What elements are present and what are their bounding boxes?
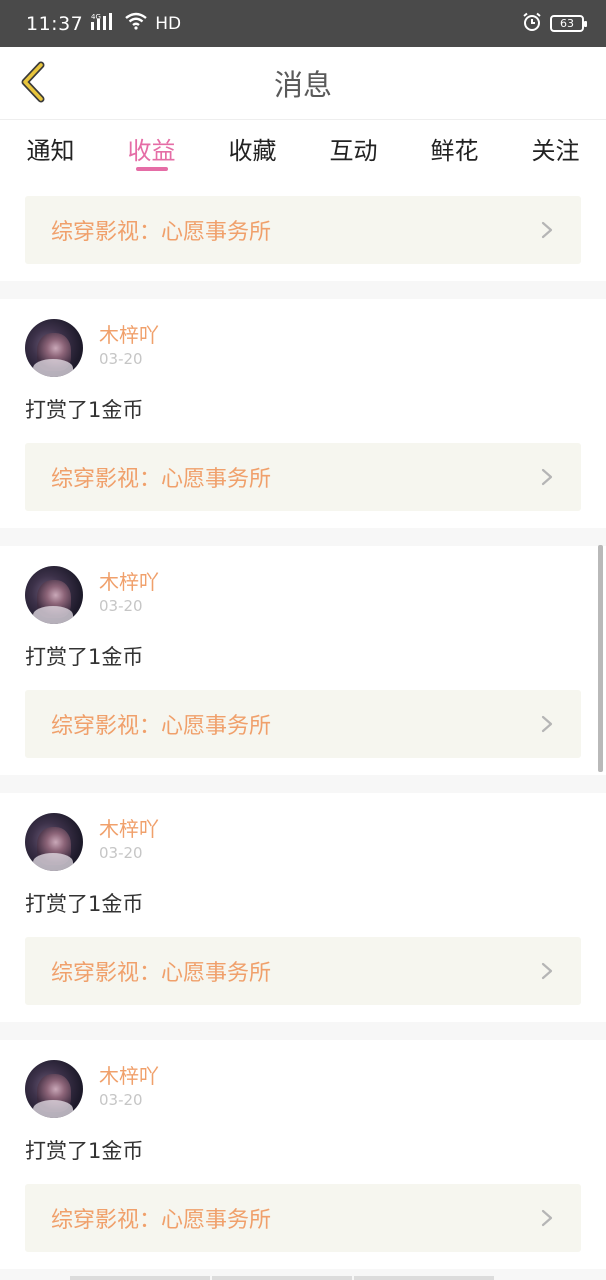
username[interactable]: 木梓吖: [99, 815, 159, 843]
tab-flowers[interactable]: 鲜花: [404, 121, 505, 166]
novel-link[interactable]: 综穿影视：心愿事务所: [25, 937, 581, 1005]
handle-segment: [212, 1276, 352, 1280]
alarm-icon: [522, 12, 542, 36]
novel-link[interactable]: 综穿影视：心愿事务所: [25, 196, 581, 264]
tab-interactions[interactable]: 互动: [303, 121, 404, 166]
tab-label: 通知: [26, 137, 75, 165]
handle-segment: [70, 1276, 210, 1280]
tab-earnings[interactable]: 收益: [101, 121, 202, 171]
avatar[interactable]: [25, 1060, 83, 1118]
action-text: 打赏了1金币: [25, 398, 144, 422]
avatar[interactable]: [25, 566, 83, 624]
handle-segment: [354, 1276, 494, 1280]
page-title: 消息: [273, 68, 332, 102]
user-row: 木梓吖 03-20: [25, 1060, 581, 1118]
action-text: 打赏了1金币: [25, 1139, 144, 1163]
action-text: 打赏了1金币: [25, 892, 144, 916]
list-item: 木梓吖 03-20 打赏了1金币 综穿影视：心愿事务所: [0, 793, 606, 1022]
novel-title: 综穿影视：心愿事务所: [51, 714, 272, 739]
list-item: 木梓吖 03-20 打赏了1金币 综穿影视：心愿事务所: [0, 299, 606, 528]
tab-label: 收益: [127, 137, 176, 165]
tab-label: 互动: [329, 137, 378, 165]
user-row: 木梓吖 03-20: [25, 813, 581, 871]
tab-underline: [135, 167, 168, 171]
novel-link[interactable]: 综穿影视：心愿事务所: [25, 1184, 581, 1252]
battery-icon: 63: [550, 15, 587, 32]
chevron-right-icon: [538, 715, 556, 733]
tab-bar: 通知 收益 收藏 互动 鲜花 关注: [0, 121, 606, 176]
avatar[interactable]: [25, 319, 83, 377]
tab-label: 鲜花: [430, 137, 479, 165]
user-row: 木梓吖 03-20: [25, 319, 581, 377]
list-item: 木梓吖 03-20 打赏了1金币 综穿影视：心愿事务所: [0, 546, 606, 775]
status-right: 63: [522, 12, 587, 36]
bottom-handle: [70, 1276, 494, 1280]
novel-link[interactable]: 综穿影视：心愿事务所: [25, 443, 581, 511]
tab-following[interactable]: 关注: [505, 121, 606, 166]
username[interactable]: 木梓吖: [99, 1062, 159, 1090]
timestamp: 03-20: [99, 1091, 143, 1109]
user-meta: 木梓吖 03-20: [99, 319, 159, 369]
scrollbar[interactable]: [598, 545, 603, 772]
user-meta: 木梓吖 03-20: [99, 813, 159, 863]
chevron-right-icon: [538, 468, 556, 486]
chevron-left-icon: [19, 61, 49, 107]
novel-title: 综穿影视：心愿事务所: [51, 220, 272, 245]
timestamp: 03-20: [99, 844, 143, 862]
hd-indicator: HD: [155, 13, 182, 34]
message-list[interactable]: 综穿影视：心愿事务所 木梓吖 03-20 打赏了1金币 综穿影视：心愿事务所 木…: [0, 176, 606, 1280]
signal-icon: 4G: [91, 12, 117, 35]
novel-title: 综穿影视：心愿事务所: [51, 1208, 272, 1233]
timestamp: 03-20: [99, 350, 143, 368]
tab-label: 关注: [531, 137, 580, 165]
back-button[interactable]: [14, 61, 54, 107]
list-item: 综穿影视：心愿事务所: [0, 176, 606, 281]
username[interactable]: 木梓吖: [99, 321, 159, 349]
timestamp: 03-20: [99, 597, 143, 615]
header-bar: 消息: [0, 47, 606, 120]
status-time: 11:37: [26, 12, 84, 35]
novel-link[interactable]: 综穿影视：心愿事务所: [25, 690, 581, 758]
user-meta: 木梓吖 03-20: [99, 1060, 159, 1110]
tab-notifications[interactable]: 通知: [0, 121, 101, 166]
username[interactable]: 木梓吖: [99, 568, 159, 596]
avatar[interactable]: [25, 813, 83, 871]
tab-favorites[interactable]: 收藏: [202, 121, 303, 166]
chevron-right-icon: [538, 221, 556, 239]
tab-label: 收藏: [228, 137, 277, 165]
status-bar: 11:37 4G HD 63: [0, 0, 606, 47]
list-item: 木梓吖 03-20 打赏了1金币 综穿影视：心愿事务所: [0, 1040, 606, 1269]
action-text: 打赏了1金币: [25, 645, 144, 669]
novel-title: 综穿影视：心愿事务所: [51, 467, 272, 492]
user-meta: 木梓吖 03-20: [99, 566, 159, 616]
status-left: 11:37 4G HD: [26, 12, 181, 35]
user-row: 木梓吖 03-20: [25, 566, 581, 624]
chevron-right-icon: [538, 962, 556, 980]
chevron-right-icon: [538, 1209, 556, 1227]
wifi-icon: [125, 12, 148, 35]
novel-title: 综穿影视：心愿事务所: [51, 961, 272, 986]
